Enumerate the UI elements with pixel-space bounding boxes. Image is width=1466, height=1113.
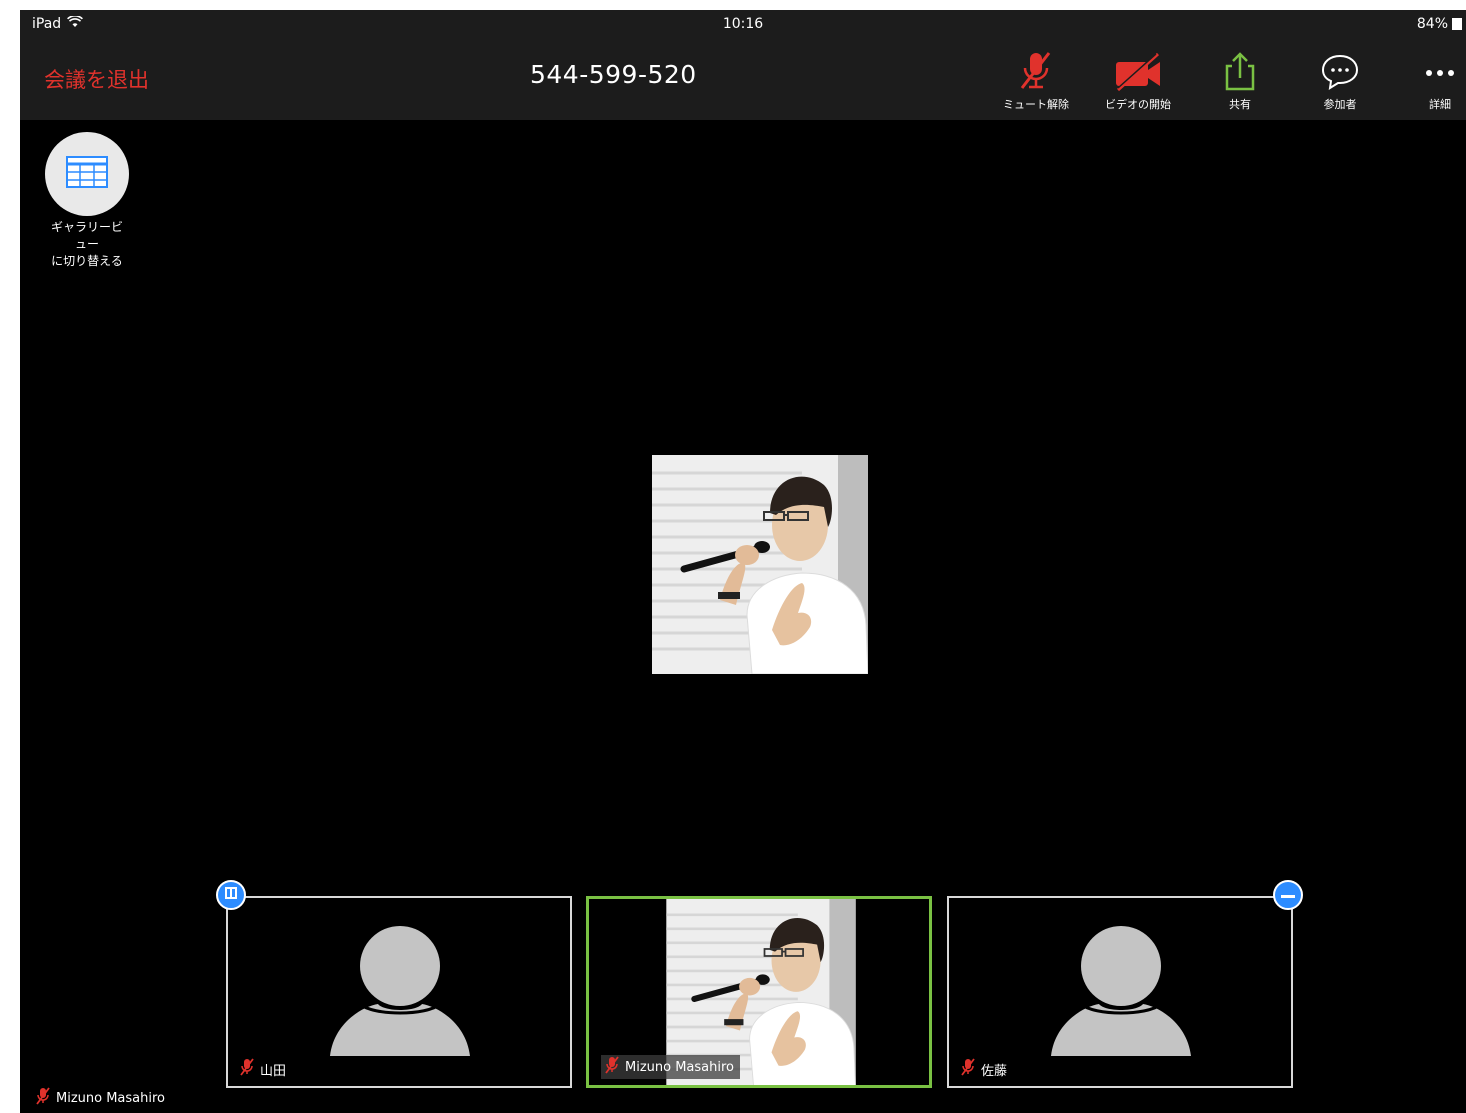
more-label: 詳細 (1429, 98, 1451, 111)
participant-name-tag: 佐藤 (961, 1058, 1007, 1080)
active-speaker-video (652, 455, 868, 674)
muted-mic-icon (240, 1058, 254, 1080)
self-name: Mizuno Masahiro (56, 1090, 166, 1106)
battery-percent: 84% (1416, 16, 1448, 32)
share-icon (1192, 50, 1288, 92)
participant-name: 山田 (260, 1063, 287, 1079)
muted-mic-icon (36, 1087, 50, 1109)
gallery-label-line2: ュー (74, 237, 99, 251)
participant-name: 佐藤 (981, 1063, 1008, 1079)
participant-thumbnail[interactable]: 佐藤 (947, 896, 1293, 1088)
battery-icon (1452, 18, 1462, 30)
participant-name: Mizuno Masahiro (625, 1059, 735, 1075)
meeting-id: 544-599-520 (530, 60, 697, 89)
gallery-view-toggle[interactable]: ギャラリービ ュー に切り替える (42, 132, 132, 270)
participant-name-tag: 山田 (240, 1058, 286, 1080)
status-bar: iPad 10:16 84% (20, 10, 1466, 40)
speaker-video-frame (652, 455, 868, 674)
muted-mic-icon (605, 1056, 619, 1078)
collapse-thumbnails-badge[interactable] (1273, 880, 1303, 910)
gallery-label-line1: ギャラリービ (50, 220, 123, 234)
leave-meeting-button[interactable]: 会議を退出 (44, 64, 149, 94)
participant-name-tag: Mizuno Masahiro (601, 1055, 741, 1079)
grid-icon (66, 156, 108, 192)
more-button[interactable]: 詳細 (1392, 50, 1466, 112)
speech-bubble-icon (1292, 50, 1388, 92)
self-name-tag: Mizuno Masahiro (36, 1087, 165, 1109)
status-time: 10:16 (722, 16, 764, 32)
default-avatar-icon (330, 926, 470, 1056)
start-video-button[interactable]: ビデオの開始 (1090, 50, 1186, 112)
meeting-toolbar: 会議を退出 544-599-520 ミュート解除 ビデオの開始 共有 参加者 詳… (20, 40, 1466, 120)
zoom-meeting-screen: iPad 10:16 84% 会議を退出 544-599-520 ミュート解除 … (20, 10, 1466, 1113)
unmute-label: ミュート解除 (1003, 98, 1069, 111)
status-right: 84% (1417, 16, 1462, 32)
pin-icon (223, 885, 239, 905)
share-button[interactable]: 共有 (1192, 50, 1288, 112)
start-video-label: ビデオの開始 (1105, 98, 1171, 111)
minus-icon (1281, 888, 1295, 903)
video-off-icon (1090, 50, 1186, 92)
participant-thumbnail[interactable]: 山田 (226, 896, 572, 1088)
participants-label: 参加者 (1323, 98, 1357, 111)
gallery-label-line3: に切り替える (51, 254, 123, 268)
participants-button[interactable]: 参加者 (1292, 50, 1388, 112)
share-label: 共有 (1229, 98, 1251, 111)
participant-thumbnail-active[interactable]: Mizuno Masahiro (586, 896, 932, 1088)
default-avatar-icon (1051, 926, 1191, 1056)
more-dots-icon (1392, 50, 1466, 92)
muted-mic-icon (988, 50, 1084, 92)
pin-badge[interactable] (216, 880, 246, 910)
gallery-view-button[interactable] (45, 132, 129, 216)
unmute-button[interactable]: ミュート解除 (988, 50, 1084, 112)
muted-mic-icon (961, 1058, 975, 1080)
